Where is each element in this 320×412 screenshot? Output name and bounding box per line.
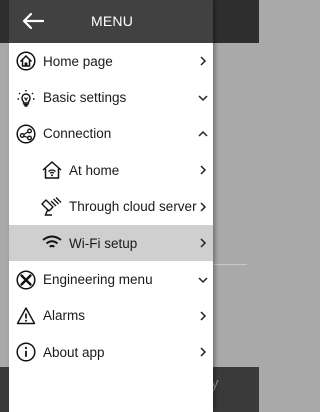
menu-title: MENU (91, 13, 134, 29)
navigation-drawer: MENU Home page Basic settings Connection (9, 0, 213, 412)
chevron-right-icon (200, 56, 207, 66)
menu-item-label: Home page (43, 53, 113, 69)
menu-item-label: Through cloud server (69, 199, 197, 215)
chevron-right-icon (200, 165, 207, 175)
satellite-icon (41, 196, 63, 218)
menu-list: Home page Basic settings Connection At h… (9, 43, 213, 371)
info-icon (15, 341, 37, 363)
arrow-left-icon (22, 12, 45, 30)
menu-item-at-home[interactable]: At home (9, 152, 213, 188)
menu-item-connection[interactable]: Connection (9, 116, 213, 152)
menu-item-label: Basic settings (43, 90, 127, 106)
menu-item-wifi-setup[interactable]: Wi-Fi setup (9, 224, 213, 262)
background-divider (213, 264, 247, 265)
chevron-down-icon (198, 277, 208, 283)
chevron-down-icon (198, 95, 208, 101)
menu-item-about-app[interactable]: About app (9, 334, 213, 370)
menu-item-label: Alarms (43, 308, 86, 324)
wifi-icon (41, 232, 63, 254)
menu-item-label: At home (69, 162, 120, 178)
menu-item-alarms[interactable]: Alarms (9, 298, 213, 334)
menu-item-basic-settings[interactable]: Basic settings (9, 79, 213, 115)
chevron-right-icon (200, 202, 207, 212)
menu-item-engineering-menu[interactable]: Engineering menu (9, 261, 213, 297)
menu-item-label: About app (43, 344, 105, 360)
menu-item-home-page[interactable]: Home page (9, 43, 213, 79)
drawer-header: MENU (9, 0, 213, 43)
menu-item-label: Wi-Fi setup (69, 235, 138, 251)
home-wifi-icon (41, 159, 63, 181)
menu-item-label: Connection (43, 126, 112, 142)
menu-item-through-cloud-server[interactable]: Through cloud server (9, 189, 213, 225)
chevron-right-icon (200, 347, 207, 357)
warning-icon (15, 305, 37, 327)
chevron-right-icon (200, 311, 207, 321)
share-connection-icon (15, 123, 37, 145)
home-icon (15, 50, 37, 72)
chevron-up-icon (198, 130, 208, 137)
chevron-right-icon (200, 238, 207, 248)
tools-icon (15, 269, 37, 291)
back-button[interactable] (21, 10, 45, 32)
bulb-settings-icon (15, 87, 37, 109)
menu-item-label: Engineering menu (43, 272, 153, 288)
